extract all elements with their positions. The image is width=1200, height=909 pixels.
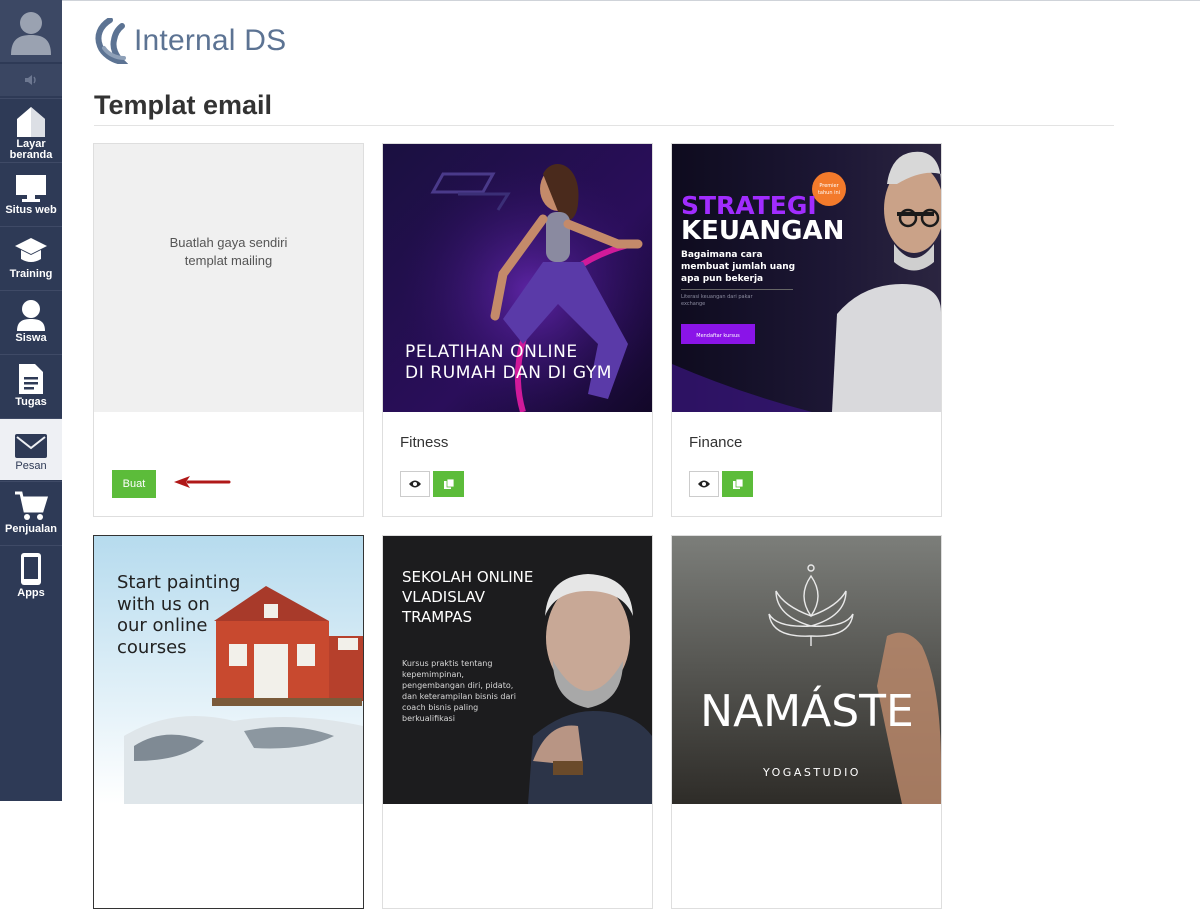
phone-icon	[21, 553, 41, 585]
copy-icon	[732, 478, 743, 489]
custom-text-line: Buatlah gaya sendiri	[169, 235, 288, 250]
eye-icon	[409, 480, 421, 488]
yoga-thumb-title: NAMÁSTE	[700, 684, 914, 737]
monitor-icon	[16, 175, 46, 202]
sidebar-item-apps[interactable]: Apps	[0, 545, 62, 607]
template-card-fitness[interactable]: PELATIHAN ONLINE DI RUMAH DAN DI GYM Fit…	[382, 143, 653, 517]
eye-icon	[698, 480, 710, 488]
template-thumbnail: Premier tahun ini STRATEGI KEUANGAN Baga…	[672, 144, 941, 412]
fitness-image: PELATIHAN ONLINE DI RUMAH DAN DI GYM	[383, 144, 652, 412]
fitness-thumb-line1: PELATIHAN ONLINE	[405, 342, 578, 362]
finance-badge-line1: Premier	[819, 183, 839, 189]
painting-thumb-line1: Start painting	[117, 572, 240, 593]
speaker-icon	[25, 75, 36, 85]
template-card-custom[interactable]: Buatlah gaya sendiri templat mailing Bua…	[93, 143, 364, 517]
person-icon	[17, 300, 45, 331]
sidebar-label: Training	[9, 268, 53, 280]
painting-image: Start painting with us on our online cou…	[94, 536, 363, 804]
graduation-cap-icon	[15, 238, 47, 262]
template-card-business[interactable]: SEKOLAH ONLINE VLADISLAV TRAMPAS Kursus …	[382, 535, 653, 909]
create-button[interactable]: Buat	[112, 470, 156, 498]
template-thumbnail: PELATIHAN ONLINE DI RUMAH DAN DI GYM	[383, 144, 652, 412]
sidebar-label: Penjualan	[5, 523, 57, 535]
sidebar: Layar beranda Situs web Training Siswa T…	[0, 0, 62, 801]
sidebar-label: Pesan	[15, 460, 47, 472]
business-thumb-desc1: Kursus praktis tentang	[402, 659, 492, 668]
finance-thumb-sub2: membuat jumlah uang	[681, 262, 795, 272]
finance-thumb-small1: Literasi keuangan dari pakar	[681, 294, 753, 300]
user-silhouette-icon	[11, 12, 51, 55]
sidebar-label: Tugas	[15, 396, 47, 408]
sound-toggle[interactable]	[0, 64, 62, 96]
document-icon	[19, 364, 43, 394]
template-thumbnail: SEKOLAH ONLINE VLADISLAV TRAMPAS Kursus …	[383, 536, 652, 804]
finance-badge-line2: tahun ini	[818, 190, 840, 196]
title-divider	[94, 125, 1114, 126]
painting-thumb-line4: courses	[117, 637, 187, 658]
template-thumbnail: Start painting with us on our online cou…	[94, 536, 363, 804]
finance-thumb-sub3: apa pun bekerja	[681, 274, 763, 284]
sidebar-label: beranda	[9, 149, 53, 161]
copy-icon	[443, 478, 454, 489]
business-thumb-desc6: berkualifikasi	[402, 714, 455, 723]
fitness-thumb-line2: DI RUMAH DAN DI GYM	[405, 363, 612, 383]
template-name: Finance	[689, 434, 743, 451]
sidebar-item-messages[interactable]: Pesan	[0, 418, 62, 480]
yoga-thumb-subtitle: YOGASTUDIO	[762, 766, 861, 779]
use-template-button[interactable]	[433, 471, 464, 497]
painting-thumb-line2: with us on	[117, 594, 210, 615]
cart-icon	[15, 491, 48, 520]
finance-thumb-button: Mendaftar kursus	[696, 333, 740, 339]
finance-thumb-small2: exchange	[681, 301, 705, 307]
sidebar-item-home[interactable]: Layar beranda	[0, 98, 62, 161]
red-arrow-annotation	[174, 476, 231, 488]
sidebar-item-sales[interactable]: Penjualan	[0, 481, 62, 543]
business-thumb-desc5: coach bisnis paling	[402, 703, 478, 712]
sidebar-item-website[interactable]: Situs web	[0, 162, 62, 224]
sidebar-label: Siswa	[15, 332, 47, 344]
template-card-painting[interactable]: Start painting with us on our online cou…	[93, 535, 364, 909]
finance-thumb-title2: KEUANGAN	[681, 216, 844, 246]
brand-logo[interactable]: Internal DS	[92, 18, 286, 64]
painting-thumb-line3: our online	[117, 615, 207, 636]
custom-template-description: Buatlah gaya sendiri templat mailing	[94, 234, 363, 270]
avatar[interactable]	[0, 0, 62, 62]
sidebar-item-students[interactable]: Siswa	[0, 290, 62, 352]
top-border	[62, 0, 1200, 1]
sidebar-item-training[interactable]: Training	[0, 226, 62, 288]
brand-mark-icon	[95, 18, 128, 64]
home-icon	[17, 107, 45, 137]
template-card-finance[interactable]: Premier tahun ini STRATEGI KEUANGAN Baga…	[671, 143, 942, 517]
preview-button[interactable]	[689, 471, 719, 497]
template-card-yoga[interactable]: NAMÁSTE YOGASTUDIO	[671, 535, 942, 909]
business-thumb-desc2: kepemimpinan,	[402, 670, 464, 679]
business-thumb-desc4: dan keterampilan bisnis dari	[402, 692, 516, 701]
logo-text: Internal DS	[134, 24, 287, 57]
template-thumbnail: NAMÁSTE YOGASTUDIO	[672, 536, 941, 804]
business-thumb-line2: VLADISLAV	[402, 588, 486, 606]
finance-thumb-sub1: Bagaimana cara	[681, 250, 763, 260]
template-thumbnail: Buatlah gaya sendiri templat mailing	[94, 144, 363, 412]
sidebar-item-tasks[interactable]: Tugas	[0, 354, 62, 416]
business-thumb-line1: SEKOLAH ONLINE	[402, 568, 533, 586]
finance-image: Premier tahun ini STRATEGI KEUANGAN Baga…	[672, 144, 941, 412]
template-name: Fitness	[400, 434, 449, 451]
business-image: SEKOLAH ONLINE VLADISLAV TRAMPAS Kursus …	[383, 536, 652, 804]
custom-text-line: templat mailing	[184, 253, 273, 268]
preview-button[interactable]	[400, 471, 430, 497]
business-thumb-line3: TRAMPAS	[401, 608, 472, 626]
yoga-image: NAMÁSTE YOGASTUDIO	[672, 536, 941, 804]
sidebar-label: Situs web	[5, 204, 57, 216]
page-title: Templat email	[94, 90, 273, 120]
business-thumb-desc3: pengembangan diri, pidato,	[402, 681, 513, 690]
use-template-button[interactable]	[722, 471, 753, 497]
envelope-icon	[15, 434, 47, 458]
sidebar-label: Apps	[17, 587, 45, 599]
